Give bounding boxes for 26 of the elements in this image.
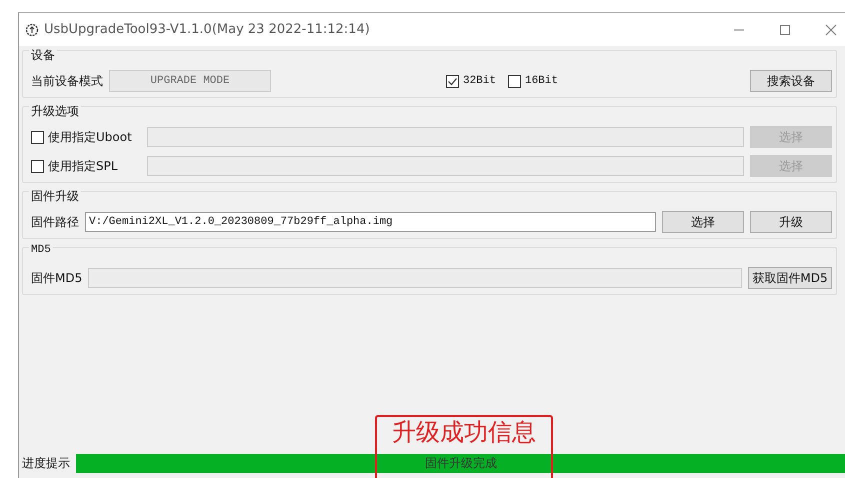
checkbox-label: 使用指定SPL (48, 158, 118, 174)
progress-text: 固件升级完成 (425, 455, 497, 472)
close-icon[interactable] (825, 24, 837, 36)
progress-label: 进度提示 (22, 455, 70, 472)
upgrade-button[interactable]: 升级 (750, 211, 832, 233)
search-device-button[interactable]: 搜索设备 (750, 70, 832, 92)
group-title: 升级选项 (29, 103, 81, 120)
checkbox-label: 使用指定Uboot (48, 128, 132, 146)
mode-field: UPGRADE MODE (109, 70, 271, 92)
window-title: UsbUpgradeTool93-V1.1.0(May 23 2022-11:12:14) (44, 22, 370, 37)
maximize-icon[interactable] (779, 24, 791, 36)
md5-field[interactable] (88, 268, 742, 288)
file-path-field[interactable] (147, 156, 744, 176)
group-title: 固件升级 (29, 188, 81, 205)
field-label: 当前设备模式 (31, 72, 103, 90)
checkbox[interactable] (508, 74, 521, 88)
checkbox[interactable] (446, 74, 459, 88)
field-label: 固件MD5 (31, 270, 82, 286)
app-icon (25, 22, 39, 36)
field-label: 固件路径 (31, 214, 79, 230)
select-button[interactable]: 选择 (662, 211, 744, 233)
get-md5-button[interactable]: 获取固件MD5 (748, 267, 832, 289)
file-path-field[interactable] (147, 127, 744, 147)
firmware-path-field[interactable]: V:/Gemini2XL_V1.2.0_20230809_77b29ff_alpha.img (85, 212, 656, 232)
checkbox-label: 32Bit (462, 75, 496, 87)
checkbox-label: 16Bit (524, 75, 558, 87)
